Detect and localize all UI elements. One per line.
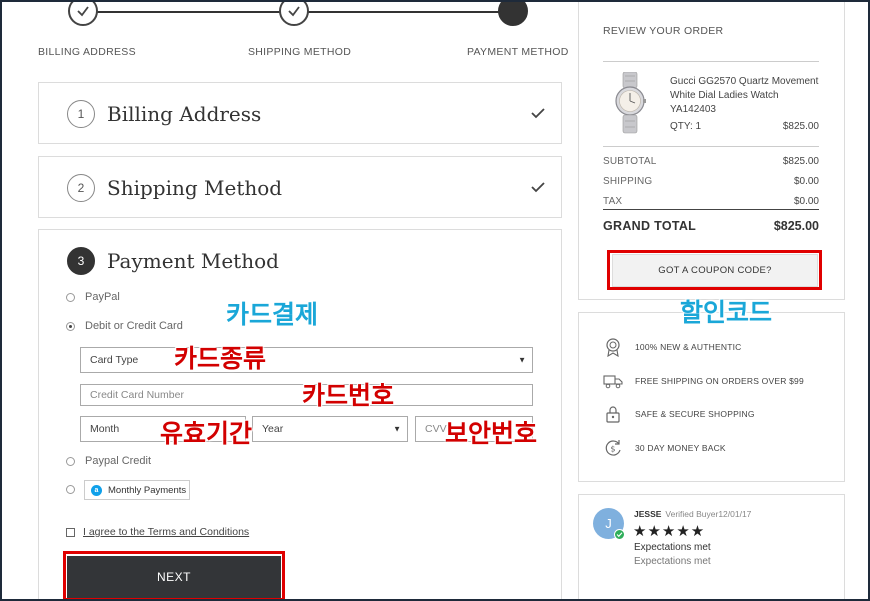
affirm-logo-icon: a xyxy=(91,484,102,496)
dropdown-caret-icon: ▼ xyxy=(518,355,526,365)
review-title: Expectations met xyxy=(634,542,711,553)
dropdown-caret-icon: ▼ xyxy=(393,424,401,434)
badge-icon xyxy=(606,338,620,357)
feature-text: FREE SHIPPING ON ORDERS OVER $99 xyxy=(635,376,804,386)
payment-option-card[interactable]: Debit or Credit Card xyxy=(66,320,183,332)
shipping-value: $0.00 xyxy=(793,176,819,187)
grand-total-label: GRAND TOTAL xyxy=(603,219,697,233)
order-summary-title: REVIEW YOUR ORDER xyxy=(603,25,724,37)
divider xyxy=(603,209,819,210)
annotation-expiry: 유효기간 xyxy=(160,419,253,448)
step-payment-active-icon xyxy=(498,0,528,26)
option-label: PayPal xyxy=(85,291,120,303)
review-body: Expectations met xyxy=(634,556,711,567)
tax-value: $0.00 xyxy=(793,196,819,207)
input-placeholder: CVV xyxy=(425,423,447,435)
section-title: Shipping Method xyxy=(107,176,283,200)
shipping-label: SHIPPING xyxy=(603,176,653,187)
card-type-select[interactable]: Card Type ▼ xyxy=(80,347,533,373)
money-back-icon: $ xyxy=(605,440,621,456)
terms-link[interactable]: I agree to the Terms and Conditions xyxy=(83,526,249,538)
select-value: Card Type xyxy=(90,354,139,366)
coupon-code-button[interactable]: GOT A COUPON CODE? xyxy=(612,254,818,287)
tax-label: TAX xyxy=(603,196,623,207)
check-icon xyxy=(531,108,545,119)
step-label-shipping: SHIPPING METHOD xyxy=(248,46,352,58)
annotation-security-code: 보안번호 xyxy=(445,419,538,448)
step-billing-done-icon xyxy=(68,0,98,26)
input-placeholder: Credit Card Number xyxy=(90,389,184,401)
product-qty: QTY: 1 xyxy=(670,121,702,132)
annotation-card-payment: 카드결제 xyxy=(226,300,319,329)
next-button[interactable]: NEXT xyxy=(67,556,281,598)
subtotal-value: $825.00 xyxy=(782,156,819,167)
payment-option-paypal-credit[interactable]: Paypal Credit xyxy=(66,455,151,467)
expiry-year-select[interactable]: Year ▼ xyxy=(252,416,408,442)
feature-item: 100% NEW & AUTHENTIC xyxy=(603,337,742,357)
annotation-card-type: 카드종류 xyxy=(174,344,267,373)
payment-option-monthly-radio[interactable] xyxy=(66,485,85,494)
select-value: Month xyxy=(90,423,120,435)
reviewer-name: JESSE xyxy=(634,509,662,519)
reviewer-name-row: JESSE Verified Buyer12/01/17 xyxy=(634,509,751,519)
annotation-card-number: 카드번호 xyxy=(302,381,395,410)
terms-checkbox-row[interactable]: I agree to the Terms and Conditions xyxy=(66,526,249,538)
feature-item: SAFE & SECURE SHOPPING xyxy=(603,404,755,424)
feature-text: 30 DAY MONEY BACK xyxy=(635,443,726,453)
lock-icon xyxy=(606,406,620,423)
radio-button[interactable] xyxy=(66,485,75,494)
divider xyxy=(603,61,819,62)
feature-text: 100% NEW & AUTHENTIC xyxy=(635,342,742,352)
select-value: Year xyxy=(262,423,284,435)
annotation-discount-code: 할인코드 xyxy=(680,298,773,327)
option-label: Paypal Credit xyxy=(85,455,152,467)
section-title: Payment Method xyxy=(107,249,279,273)
step-label-billing: BILLING ADDRESS xyxy=(38,46,136,58)
radio-button[interactable] xyxy=(66,456,75,466)
option-label: Monthly Payments xyxy=(108,484,187,496)
radio-button-selected[interactable] xyxy=(66,321,75,331)
product-price: $825.00 xyxy=(782,121,819,132)
reviewer-meta: Verified Buyer12/01/17 xyxy=(665,509,752,519)
watch-product-image xyxy=(615,72,646,134)
section-title: Billing Address xyxy=(107,102,262,126)
subtotal-label: SUBTOTAL xyxy=(603,156,657,167)
step-label-payment: PAYMENT METHOD xyxy=(467,46,569,58)
payment-option-paypal[interactable]: PayPal xyxy=(66,291,120,303)
divider xyxy=(603,146,819,147)
truck-icon xyxy=(603,375,623,389)
step-number: 3 xyxy=(67,247,95,275)
feature-item: $ 30 DAY MONEY BACK xyxy=(603,438,726,458)
step-number: 1 xyxy=(67,100,95,128)
feature-text: SAFE & SECURE SHOPPING xyxy=(635,409,755,419)
step-number: 2 xyxy=(67,174,95,202)
terms-checkbox[interactable] xyxy=(66,527,75,537)
product-name[interactable]: Gucci GG2570 Quartz Movement White Dial … xyxy=(670,75,820,117)
check-icon xyxy=(531,182,545,193)
radio-button[interactable] xyxy=(66,292,75,302)
shipping-method-section[interactable]: 2 Shipping Method xyxy=(38,156,562,218)
svg-text:$: $ xyxy=(610,445,615,454)
billing-address-section[interactable]: 1 Billing Address xyxy=(38,82,562,144)
grand-total-value: $825.00 xyxy=(773,219,819,233)
rating-stars-icon: ★★★★★ xyxy=(633,523,706,540)
step-shipping-done-icon xyxy=(279,0,309,26)
payment-option-monthly[interactable]: a Monthly Payments xyxy=(84,480,190,500)
verified-check-icon xyxy=(614,529,625,540)
feature-item: FREE SHIPPING ON ORDERS OVER $99 xyxy=(603,371,804,391)
option-label: Debit or Credit Card xyxy=(85,320,183,332)
